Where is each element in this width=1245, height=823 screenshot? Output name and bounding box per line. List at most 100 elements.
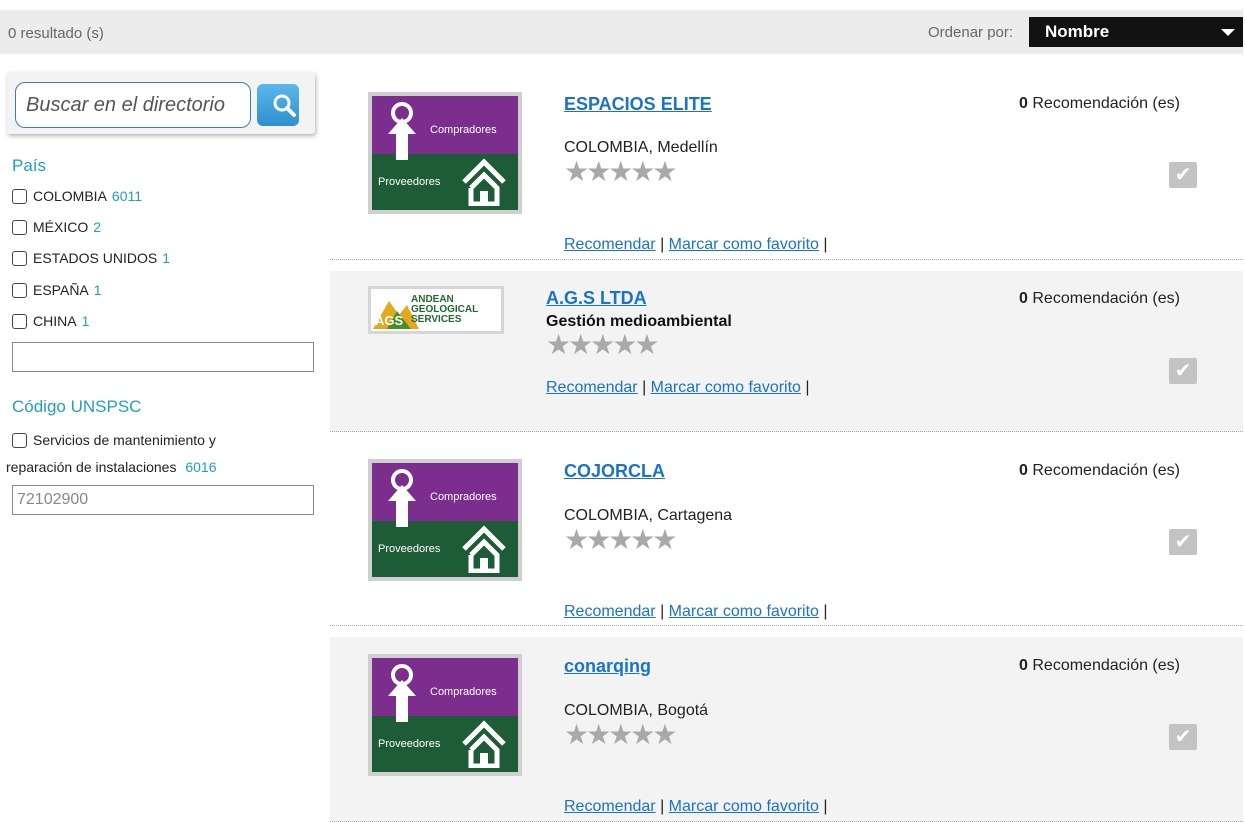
recommendation-count: 0 Recomendación (es) [1019, 462, 1180, 479]
separator: | [823, 603, 828, 620]
checkbox[interactable] [12, 432, 27, 448]
country-count: 1 [93, 282, 102, 298]
country-option-colombia[interactable]: COLOMBIA 6011 [12, 188, 142, 204]
rating-stars[interactable]: ★★★★★ [546, 331, 660, 359]
separator: | [642, 379, 647, 396]
logo-text: Compradores [430, 686, 497, 698]
recommendation-count: 0 Recomendación (es) [1019, 95, 1180, 112]
house-icon [462, 158, 506, 206]
search-input[interactable] [15, 82, 251, 128]
unspsc-option-label: Servicios de mantenimiento y [33, 432, 216, 448]
logo-text: ANDEAN GEOLOGICAL SERVICES [411, 294, 479, 325]
country-count: 6011 [111, 188, 143, 204]
company-logo[interactable]: Compradores Proveedores [368, 654, 522, 776]
country-count: 1 [162, 250, 170, 266]
unspsc-option[interactable]: Servicios de mantenimiento y [12, 432, 216, 448]
company-name-link[interactable]: conarqing [564, 656, 651, 677]
chevron-down-icon [1221, 29, 1235, 36]
favorite-link[interactable]: Marcar como favorito [669, 236, 819, 253]
unspsc-filter-title: Código UNSPSC [12, 397, 142, 416]
house-icon [462, 525, 506, 573]
country-option-estados-unidos[interactable]: ESTADOS UNIDOS 1 [12, 250, 170, 266]
results-count: 0 resultado (s) [8, 25, 104, 42]
country-option-mexico[interactable]: MÉXICO 2 [12, 219, 101, 235]
logo-text: Proveedores [378, 738, 441, 750]
sort-label: Ordenar por: [928, 24, 1014, 41]
check-icon[interactable]: ✔ [1169, 162, 1197, 188]
checkbox[interactable] [12, 250, 27, 266]
company-name-link[interactable]: A.G.S LTDA [546, 288, 647, 309]
card-actions: Recomendar | Marcar como favorito | [564, 236, 828, 254]
country-name: MÉXICO [33, 219, 89, 235]
check-icon[interactable]: ✔ [1169, 724, 1197, 750]
search-panel [7, 72, 315, 134]
recommend-link[interactable]: Recomendar [564, 798, 656, 815]
recommend-link[interactable]: Recomendar [564, 603, 656, 620]
check-icon[interactable]: ✔ [1169, 358, 1197, 384]
company-logo[interactable]: Compradores Proveedores [368, 92, 522, 214]
arrow-up-icon [388, 102, 416, 160]
separator: | [660, 798, 665, 815]
favorite-link[interactable]: Marcar como favorito [669, 603, 819, 620]
country-count: 1 [81, 313, 90, 329]
unspsc-count: 6016 [185, 459, 217, 475]
checkbox[interactable] [12, 313, 27, 329]
logo-text: Proveedores [378, 543, 441, 555]
country-filter-title: País [12, 156, 47, 175]
country-name: ESTADOS UNIDOS [33, 250, 158, 266]
logo-text: AGS [375, 313, 404, 328]
company-name-link[interactable]: COJORCLA [564, 461, 665, 482]
country-filter-input[interactable] [12, 342, 314, 372]
result-card: Compradores Proveedores ESPACIOS ELITE 0… [330, 72, 1243, 260]
arrow-up-icon [388, 469, 416, 527]
result-card: Compradores Proveedores COJORCLA 0 Recom… [330, 439, 1243, 626]
country-option-espana[interactable]: ESPAÑA 1 [12, 282, 102, 298]
recommend-link[interactable]: Recomendar [546, 379, 638, 396]
recommendation-count: 0 Recomendación (es) [1019, 290, 1180, 307]
company-location: COLOMBIA, Cartagena [564, 507, 733, 524]
company-name-link[interactable]: ESPACIOS ELITE [564, 94, 712, 115]
card-actions: Recomendar | Marcar como favorito | [564, 603, 828, 621]
recommend-link[interactable]: Recomendar [564, 236, 656, 253]
result-card: Compradores Proveedores conarqing 0 Reco… [330, 637, 1243, 822]
unspsc-code-input[interactable] [12, 485, 314, 515]
recommendation-count: 0 Recomendación (es) [1019, 657, 1180, 674]
favorite-link[interactable]: Marcar como favorito [669, 798, 819, 815]
results-toolbar: 0 resultado (s) Ordenar por: Nombre [0, 10, 1243, 54]
company-logo[interactable]: Compradores Proveedores [368, 459, 522, 581]
search-button[interactable] [257, 84, 299, 126]
country-option-china[interactable]: CHINA 1 [12, 313, 89, 329]
country-count: 2 [93, 219, 102, 235]
separator: | [823, 236, 828, 253]
rating-stars[interactable]: ★★★★★ [564, 721, 678, 749]
unspsc-option-label-2: reparación de instalaciones [6, 459, 177, 475]
rating-stars[interactable]: ★★★★★ [564, 526, 678, 554]
logo-text: Proveedores [378, 176, 441, 188]
checkbox[interactable] [12, 219, 27, 235]
company-location: COLOMBIA, Bogotá [564, 702, 709, 719]
company-logo[interactable]: AGS ANDEAN GEOLOGICAL SERVICES [368, 286, 504, 334]
separator: | [660, 236, 665, 253]
country-name: ESPAÑA [33, 282, 89, 298]
arrow-up-icon [388, 664, 416, 722]
house-icon [462, 720, 506, 768]
separator: | [823, 798, 828, 815]
checkbox[interactable] [12, 188, 27, 204]
country-name: COLOMBIA [33, 188, 107, 204]
country-name: CHINA [33, 313, 77, 329]
sort-value: Nombre [1045, 22, 1110, 41]
checkbox[interactable] [12, 282, 27, 298]
unspsc-option-label-cont: reparación de instalaciones 6016 [6, 459, 217, 475]
card-actions: Recomendar | Marcar como favorito | [564, 798, 828, 816]
logo-text: Compradores [430, 124, 497, 136]
favorite-link[interactable]: Marcar como favorito [651, 379, 801, 396]
separator: | [660, 603, 665, 620]
sort-select[interactable]: Nombre [1029, 17, 1243, 47]
card-actions: Recomendar | Marcar como favorito | [546, 379, 810, 397]
rating-stars[interactable]: ★★★★★ [564, 158, 678, 186]
search-icon [273, 94, 296, 117]
company-location: COLOMBIA, Medellín [564, 139, 718, 156]
check-icon[interactable]: ✔ [1169, 529, 1197, 555]
logo-text: Compradores [430, 491, 497, 503]
separator: | [805, 379, 810, 396]
